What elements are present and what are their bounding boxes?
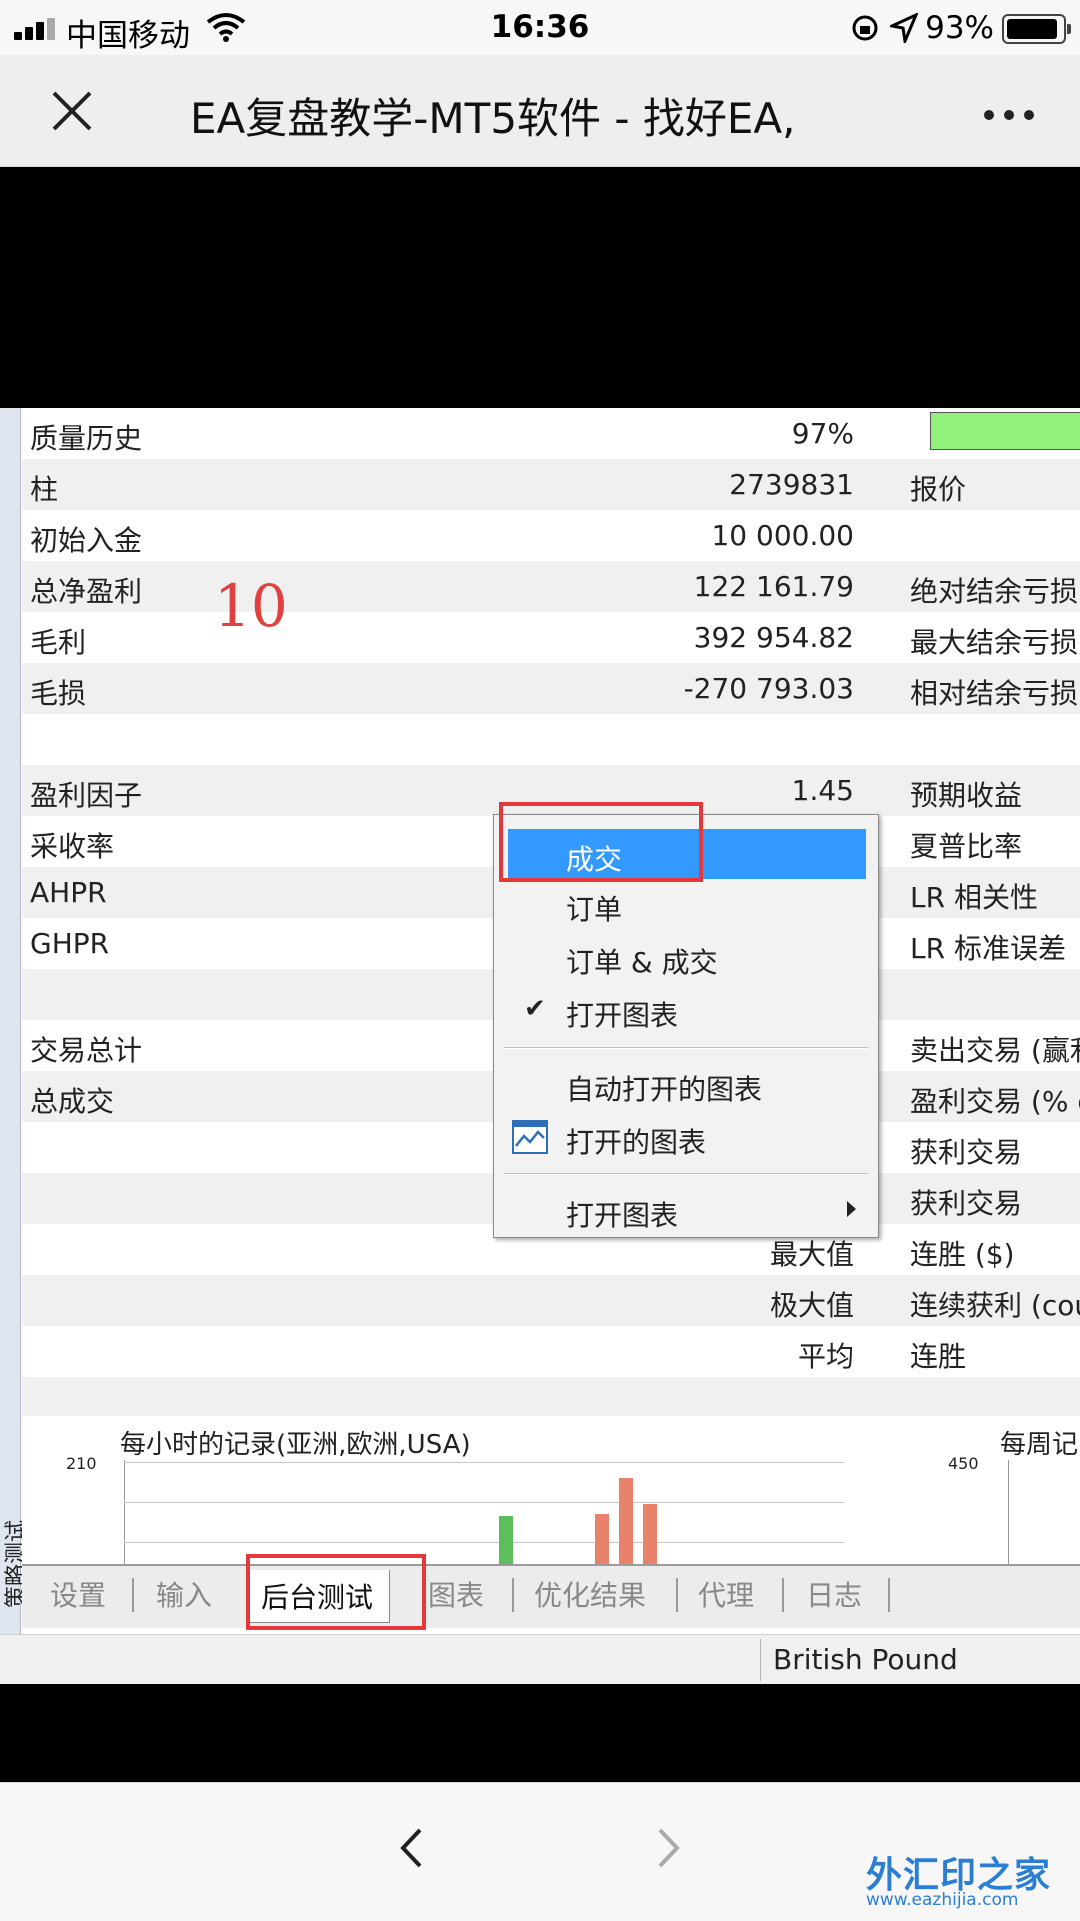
tab-divider xyxy=(512,1578,514,1612)
tester-tabs: 设置 输入 后台测试 图表 优化结果 代理 日志 xyxy=(22,1564,1080,1628)
row-right-label: LR 相关性 xyxy=(910,881,1038,914)
report-row: 初始入金 10 000.00 xyxy=(22,510,1080,561)
report-row: 平均 连胜 xyxy=(22,1326,1080,1377)
row-right-label: 连续获利 (cou xyxy=(910,1289,1080,1322)
tab-optimization-results[interactable]: 优化结果 xyxy=(534,1574,646,1614)
row-label: 初始入金 xyxy=(30,524,143,557)
location-arrow-icon xyxy=(890,13,918,43)
menu-item-open-chart-checked[interactable]: ✔ 打开图表 xyxy=(494,985,878,1035)
row-value: 2739831 xyxy=(729,468,854,501)
hourly-bar xyxy=(619,1478,633,1576)
close-icon[interactable] xyxy=(50,89,94,133)
deposit-currency: British Pound xyxy=(773,1643,958,1676)
row-label: 采收率 xyxy=(30,830,115,863)
tab-settings[interactable]: 设置 xyxy=(50,1574,106,1614)
row-value: 10 000.00 xyxy=(711,519,854,552)
tab-inputs[interactable]: 输入 xyxy=(156,1574,212,1614)
menu-separator xyxy=(504,1047,868,1049)
hourly-y-tick: 210 xyxy=(66,1454,97,1473)
row-label: GHPR xyxy=(30,927,110,960)
row-right-label: 获利交易 xyxy=(910,1136,1023,1169)
row-value: 122 161.79 xyxy=(693,570,854,603)
browser-nav-bar: EA复盘教学-MT5软件 - 找好EA, xyxy=(0,55,1080,167)
battery-icon xyxy=(1002,14,1071,44)
hourly-bars xyxy=(124,1456,844,1576)
rotation-lock-icon xyxy=(852,15,878,41)
row-value: 392 954.82 xyxy=(693,621,854,654)
strategy-tester-side-panel: 策略测试 xyxy=(0,408,29,1684)
tab-graph[interactable]: 图表 xyxy=(428,1574,484,1614)
tab-divider xyxy=(782,1578,784,1612)
row-right-label: 最大结余亏损 xyxy=(910,626,1079,659)
submenu-arrow-icon xyxy=(847,1201,856,1217)
row-label: 盈利因子 xyxy=(30,779,143,812)
report-row: 柱 2739831 报价 xyxy=(22,459,1080,510)
clock-time: 16:36 xyxy=(490,9,590,45)
row-value: 1.45 xyxy=(791,774,854,807)
weekly-y-tick: 450 xyxy=(948,1454,979,1473)
row-label: 总净盈利 xyxy=(30,575,143,608)
menu-separator xyxy=(504,1173,868,1175)
battery-percent: 93% xyxy=(925,10,994,46)
forward-arrow-icon[interactable] xyxy=(656,1827,682,1869)
row-right-label: 夏普比率 xyxy=(910,830,1023,863)
row-value: 最大值 xyxy=(769,1238,854,1271)
annotation-box-backtest-tab xyxy=(246,1554,426,1630)
row-right-label: 盈利交易 (% of xyxy=(910,1085,1080,1118)
row-value: 平均 xyxy=(797,1340,854,1373)
history-quality-bar xyxy=(930,412,1080,450)
row-label: 质量历史 xyxy=(30,422,143,455)
weekly-chart-title: 每周记 xyxy=(1000,1430,1079,1460)
row-value: -270 793.03 xyxy=(683,672,854,705)
tab-agents[interactable]: 代理 xyxy=(698,1574,754,1614)
row-label: 毛损 xyxy=(30,677,87,710)
row-label: 总成交 xyxy=(30,1085,115,1118)
row-right-label: 预期收益 xyxy=(910,779,1023,812)
mt5-report-screenshot: 策略测试 质量历史 97% 柱 2739831 报价初始入金 10 000.00 总净盈利 1… xyxy=(0,408,1080,1684)
report-row: 总净盈利 122 161.79 绝对结余亏损 xyxy=(22,561,1080,612)
row-label: 柱 xyxy=(30,473,59,506)
watermark: 外汇印之家 www.eazhijia.com xyxy=(866,1846,1051,1910)
annotation-box-deals xyxy=(499,802,703,882)
weekly-y-axis xyxy=(1008,1460,1009,1576)
page-title: EA复盘教学-MT5软件 - 找好EA, xyxy=(190,85,900,146)
chart-window-icon xyxy=(512,1120,548,1154)
row-value: 极大值 xyxy=(769,1289,854,1322)
row-right-label: 获利交易 xyxy=(910,1187,1023,1220)
distribution-charts: 每小时的记录(亚洲,欧洲,USA) 210 每周记 450 xyxy=(22,1416,1080,1576)
tester-status-bar: British Pound xyxy=(0,1634,1080,1684)
checkmark-icon: ✔ xyxy=(524,994,546,1024)
tab-divider xyxy=(676,1578,678,1612)
row-right-label: 相对结余亏损 xyxy=(910,677,1079,710)
report-row: 极大值 连续获利 (cou xyxy=(22,1275,1080,1326)
report-row: 毛损 -270 793.03 相对结余亏损 xyxy=(22,663,1080,714)
row-right-label: 连胜 xyxy=(910,1340,967,1373)
row-right-label: 报价 xyxy=(910,473,967,506)
menu-item-orders-and-deals[interactable]: 订单 & 成交 xyxy=(494,932,878,982)
tab-journal[interactable]: 日志 xyxy=(806,1574,862,1614)
status-divider xyxy=(760,1639,761,1681)
row-right-label: 连胜 ($) xyxy=(910,1238,1015,1271)
back-arrow-icon[interactable] xyxy=(398,1827,424,1869)
menu-item-auto-open-charts[interactable]: 自动打开的图表 xyxy=(494,1059,878,1109)
row-value: 97% xyxy=(791,417,854,450)
tab-divider xyxy=(132,1578,134,1612)
menu-item-opened-charts[interactable]: 打开的图表 xyxy=(494,1112,878,1162)
row-right-label: 卖出交易 (赢利 xyxy=(910,1034,1080,1067)
report-row: 毛利 392 954.82 最大结余亏损 xyxy=(22,612,1080,663)
annotation-number: 10 xyxy=(214,572,288,640)
more-options-icon[interactable] xyxy=(974,105,1034,124)
row-label: 毛利 xyxy=(30,626,87,659)
watermark-url: www.eazhijia.com xyxy=(866,1890,1019,1910)
row-right-label: 绝对结余亏损 xyxy=(910,575,1079,608)
report-row: 质量历史 97% xyxy=(22,408,1080,459)
menu-item-orders[interactable]: 订单 xyxy=(494,879,878,929)
menu-item-open-chart-submenu[interactable]: 打开图表 xyxy=(494,1185,878,1235)
row-right-label: LR 标准误差 xyxy=(910,932,1066,965)
ios-status-bar: 中国移动 16:36 93% xyxy=(0,0,1080,55)
row-label: AHPR xyxy=(30,876,107,909)
row-label: 交易总计 xyxy=(30,1034,143,1067)
report-row xyxy=(22,714,1080,765)
tab-divider xyxy=(888,1578,890,1612)
